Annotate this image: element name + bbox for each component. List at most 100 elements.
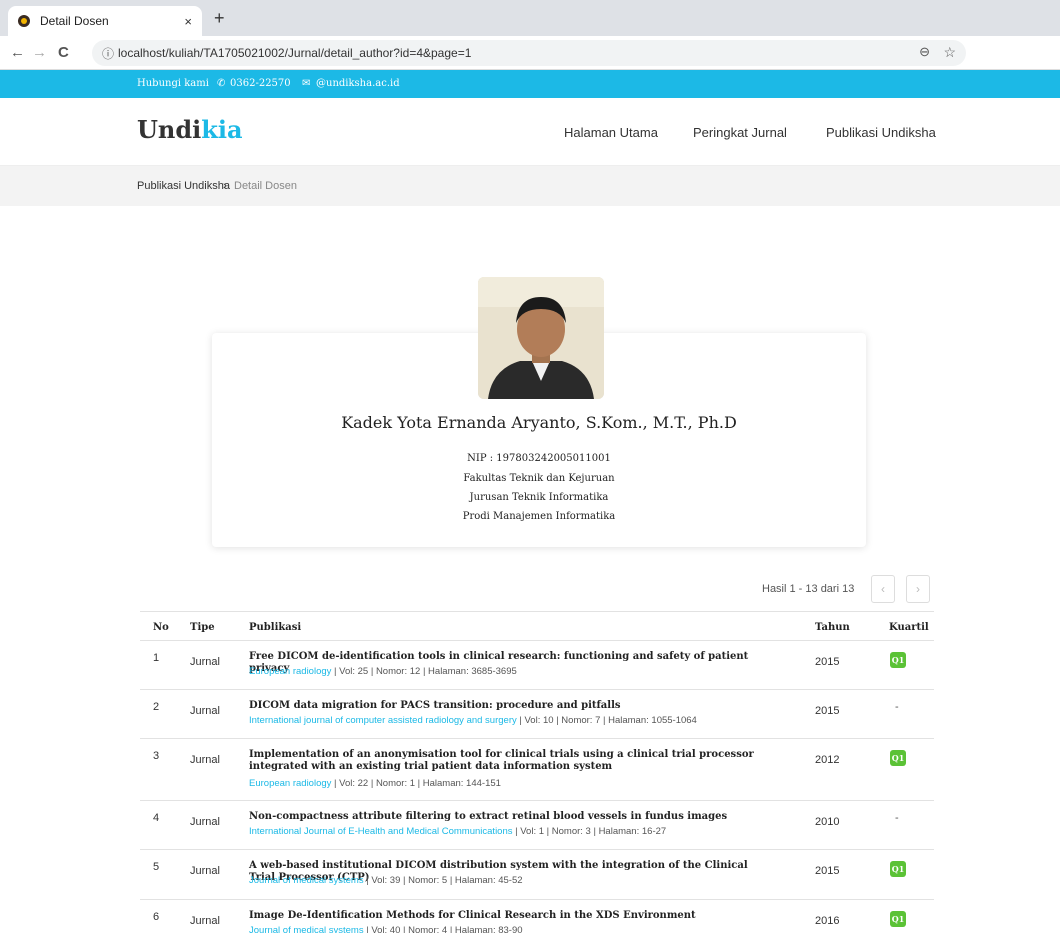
zoom-icon[interactable]: ⊖ xyxy=(919,44,930,60)
tab-title: Detail Dosen xyxy=(40,14,109,28)
contact-bar: Hubungi kami ✆ 0362-22570 ✉ @undiksha.ac… xyxy=(0,70,1060,98)
author-photo-image xyxy=(478,277,604,399)
journal-link[interactable]: International Journal of E-Health and Me… xyxy=(249,826,513,837)
publication-meta: International Journal of E-Health and Me… xyxy=(249,826,666,837)
contact-email: @undiksha.ac.id xyxy=(316,78,400,89)
row-type: Jurnal xyxy=(190,705,220,717)
author-program: Prodi Manajemen Informatika xyxy=(462,511,616,522)
quartile-empty: - xyxy=(895,812,899,824)
publication-meta: Journal of medical systems | Vol: 39 | N… xyxy=(249,875,523,886)
col-header-type: Tipe xyxy=(190,622,215,633)
mail-icon: ✉ xyxy=(302,78,311,89)
reload-icon[interactable]: C xyxy=(58,44,69,61)
publication-details: | Vol: 1 | Nomor: 3 | Halaman: 16-27 xyxy=(512,826,667,837)
row-number: 6 xyxy=(153,911,160,923)
row-number: 5 xyxy=(153,861,160,873)
publication-details: | Vol: 10 | Nomor: 7 | Halaman: 1055-106… xyxy=(516,715,697,726)
nav-peringkat-jurnal[interactable]: Peringkat Jurnal xyxy=(693,125,787,140)
info-icon[interactable]: ⓘ xyxy=(102,45,114,62)
publication-title[interactable]: Non-compactness attribute filtering to e… xyxy=(249,811,769,823)
new-tab-button[interactable]: + xyxy=(214,8,225,29)
publication-meta: European radiology | Vol: 25 | Nomor: 12… xyxy=(249,666,517,677)
author-department: Jurusan Teknik Informatika xyxy=(469,492,609,503)
url-text[interactable]: localhost/kuliah/TA1705021002/Jurnal/det… xyxy=(118,46,471,60)
journal-link[interactable]: International journal of computer assist… xyxy=(249,715,517,726)
browser-tab-bar: Detail Dosen × + xyxy=(0,0,1060,36)
author-nip: NIP : 197803242005011001 xyxy=(467,453,611,464)
prev-page-button[interactable]: ‹ xyxy=(871,575,895,603)
table-row: 3 Jurnal Implementation of an anonymisat… xyxy=(140,739,934,801)
publication-title[interactable]: Image De-Identification Methods for Clin… xyxy=(249,910,769,922)
table-row: 6 Jurnal Image De-Identification Methods… xyxy=(140,900,934,933)
author-name: Kadek Yota Ernanda Aryanto, S.Kom., M.T.… xyxy=(341,413,737,432)
publication-details: | Vol: 39 | Nomor: 5 | Halaman: 45-52 xyxy=(363,875,523,886)
brand-accent-text: kia xyxy=(201,115,243,144)
quartile-badge: Q1 xyxy=(890,652,906,668)
forward-arrow-icon[interactable]: → xyxy=(32,44,47,61)
col-header-no: No xyxy=(153,622,169,633)
col-header-publication: Publikasi xyxy=(249,622,302,633)
row-number: 1 xyxy=(153,652,160,664)
contact-phone: 0362-22570 xyxy=(230,78,291,89)
journal-link[interactable]: European radiology xyxy=(249,666,331,677)
publication-title[interactable]: DICOM data migration for PACS transition… xyxy=(249,700,769,712)
brand-main-text: Undi xyxy=(137,115,202,144)
breadcrumb-parent[interactable]: Publikasi Undiksha xyxy=(137,180,230,192)
quartile-badge: Q1 xyxy=(890,750,906,766)
row-number: 2 xyxy=(153,701,160,713)
browser-address-bar: ← → C ⓘ localhost/kuliah/TA1705021002/Ju… xyxy=(0,36,1060,70)
publication-title[interactable]: Implementation of an anonymisation tool … xyxy=(249,749,769,773)
row-number: 4 xyxy=(153,812,160,824)
breadcrumb: Publikasi Undiksha › Detail Dosen xyxy=(0,166,1060,206)
row-type: Jurnal xyxy=(190,656,220,668)
phone-icon: ✆ xyxy=(217,78,226,89)
col-header-quartile: Kuartil xyxy=(889,622,929,633)
row-type: Jurnal xyxy=(190,754,220,766)
publication-meta: Journal of medical systems | Vol: 40 | N… xyxy=(249,925,523,933)
browser-tab[interactable]: Detail Dosen × xyxy=(8,6,202,36)
row-year: 2015 xyxy=(815,865,840,877)
row-year: 2010 xyxy=(815,816,840,828)
row-year: 2016 xyxy=(815,915,840,927)
publication-meta: International journal of computer assist… xyxy=(249,715,697,726)
journal-link[interactable]: European radiology xyxy=(249,778,331,789)
publication-meta: European radiology | Vol: 22 | Nomor: 1 … xyxy=(249,778,501,789)
table-row: 5 Jurnal A web-based institutional DICOM… xyxy=(140,850,934,900)
journal-link[interactable]: Journal of medical systems xyxy=(249,875,364,886)
nav-halaman-utama[interactable]: Halaman Utama xyxy=(564,125,658,140)
table-row: 2 Jurnal DICOM data migration for PACS t… xyxy=(140,690,934,739)
publication-details: | Vol: 40 | Nomor: 4 | Halaman: 83-90 xyxy=(363,925,523,933)
col-header-year: Tahun xyxy=(815,622,850,633)
row-type: Jurnal xyxy=(190,915,220,927)
results-count: Hasil 1 - 13 dari 13 xyxy=(762,583,855,595)
author-faculty: Fakultas Teknik dan Kejuruan xyxy=(463,473,615,484)
journal-link[interactable]: Journal of medical systems xyxy=(249,925,364,933)
row-year: 2015 xyxy=(815,656,840,668)
publication-details: | Vol: 25 | Nomor: 12 | Halaman: 3685-36… xyxy=(331,666,517,677)
site-logo[interactable]: Undikia xyxy=(137,115,243,144)
quartile-empty: - xyxy=(895,701,899,713)
breadcrumb-separator: › xyxy=(223,180,227,192)
row-year: 2012 xyxy=(815,754,840,766)
bookmark-star-icon[interactable]: ☆ xyxy=(943,44,956,61)
publication-details: | Vol: 22 | Nomor: 1 | Halaman: 144-151 xyxy=(331,778,501,789)
tab-close-icon[interactable]: × xyxy=(184,14,192,29)
row-type: Jurnal xyxy=(190,865,220,877)
back-arrow-icon[interactable]: ← xyxy=(10,44,25,61)
nav-publikasi-undiksha[interactable]: Publikasi Undiksha xyxy=(826,125,936,140)
quartile-badge: Q1 xyxy=(890,861,906,877)
site-favicon-icon xyxy=(18,15,30,27)
breadcrumb-current: Detail Dosen xyxy=(234,180,297,192)
table-row: 4 Jurnal Non-compactness attribute filte… xyxy=(140,801,934,850)
table-header: No Tipe Publikasi Tahun Kuartil xyxy=(140,611,934,641)
row-type: Jurnal xyxy=(190,816,220,828)
quartile-badge: Q1 xyxy=(890,911,906,927)
next-page-button[interactable]: › xyxy=(906,575,930,603)
site-header: Undikia Halaman Utama Peringkat Jurnal P… xyxy=(0,98,1060,166)
author-photo xyxy=(478,277,604,399)
row-number: 3 xyxy=(153,750,160,762)
row-year: 2015 xyxy=(815,705,840,717)
url-field[interactable]: ⓘ localhost/kuliah/TA1705021002/Jurnal/d… xyxy=(92,40,966,66)
contact-label: Hubungi kami xyxy=(137,78,209,89)
table-row: 1 Jurnal Free DICOM de-identification to… xyxy=(140,641,934,690)
